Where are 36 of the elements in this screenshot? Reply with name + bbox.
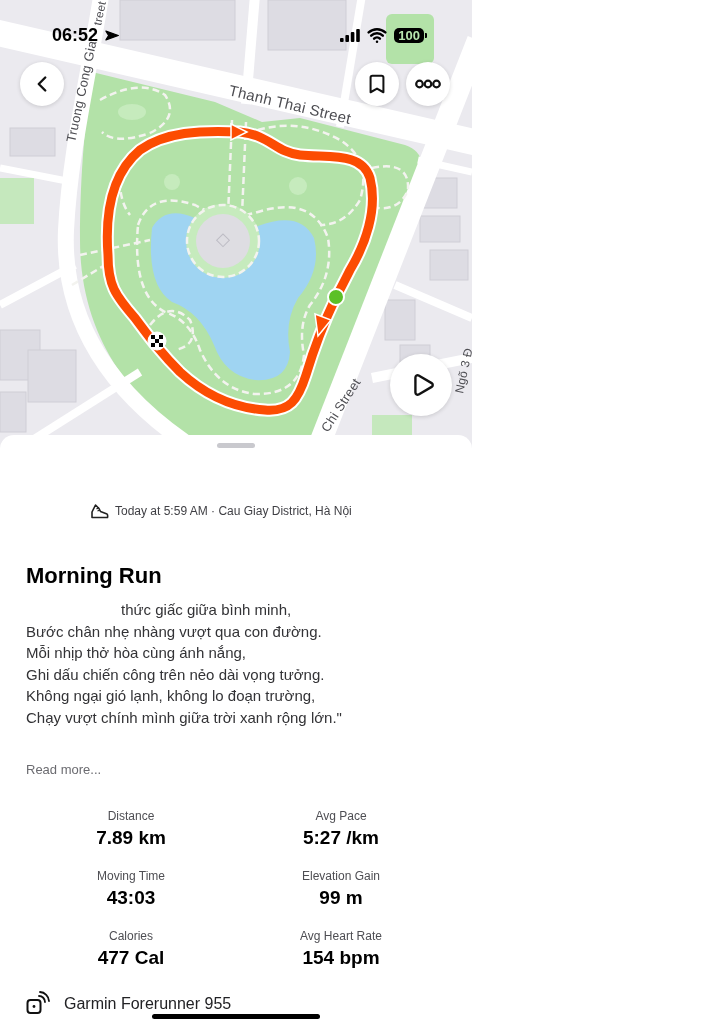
grass-patch xyxy=(0,178,34,224)
stat-value: 5:27 /km xyxy=(302,826,379,850)
wifi-icon xyxy=(367,25,388,45)
checkered-marker-icon xyxy=(147,331,167,351)
building xyxy=(9,127,56,157)
drag-handle[interactable] xyxy=(217,443,255,448)
stat-value: 154 bpm xyxy=(302,946,380,970)
stat-label: Moving Time xyxy=(97,868,165,884)
stat-value: 477 Cal xyxy=(97,946,165,970)
street-label: Ngõ 3 Đ xyxy=(452,346,472,395)
read-more-link[interactable]: Read more... xyxy=(26,762,102,777)
direction-arrow-icon xyxy=(230,122,249,142)
more-icon xyxy=(415,79,441,89)
street-label: treet xyxy=(91,0,109,27)
activity-title: Morning Run xyxy=(25,562,163,590)
stat-label: Elevation Gain xyxy=(301,868,380,884)
street-label: Thanh Thai Street xyxy=(227,81,353,127)
stat-label: Avg Heart Rate xyxy=(300,928,382,944)
stat-label: Avg Pace xyxy=(315,808,367,824)
signal-icon xyxy=(340,28,361,42)
start-dot-icon xyxy=(327,288,345,306)
watch-signal-icon xyxy=(26,991,50,1015)
stat-label: Distance xyxy=(107,808,155,824)
building xyxy=(384,299,416,341)
device-name: Garmin Forerunner 955 xyxy=(64,994,232,1012)
stat-value: 43:03 xyxy=(106,886,156,910)
stat-value: 99 m xyxy=(319,886,363,910)
activity-description: thức giấc giữa bình minh, Bước chân nhẹ nhàng vượt qua con đường. Mỗi nhịp thở hòa cùng ánh nắng, Ghi dấu chiến công trên nẻo dài vọng tưởng. Không ngại gió lạnh, không lo đoạn trường, Chạy vượt chính mình giữa trời xanh rộng lớn." xyxy=(26,600,343,728)
stat-value: 7.89 km xyxy=(96,826,166,850)
stat-label: Calories xyxy=(109,928,153,944)
shoe-icon xyxy=(90,502,109,520)
activity-meta: Today at 5:59 AM · Cau Giay District, Hà Nội xyxy=(115,503,352,519)
footpath xyxy=(371,165,410,210)
direction-arrow-icon xyxy=(314,312,333,338)
building xyxy=(419,215,461,243)
building xyxy=(429,249,469,281)
